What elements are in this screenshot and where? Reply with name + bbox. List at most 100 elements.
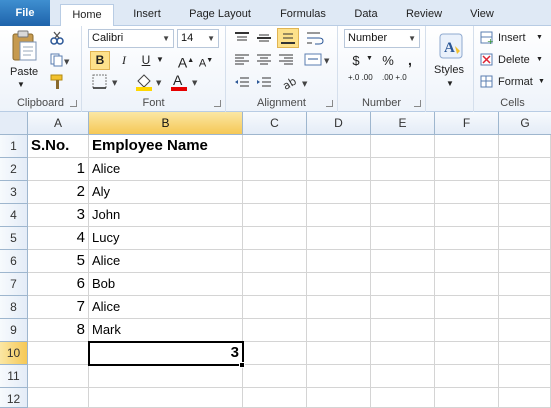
grid-cell[interactable] bbox=[499, 204, 551, 227]
grid-cell[interactable] bbox=[28, 365, 89, 388]
grid-cell[interactable] bbox=[243, 204, 307, 227]
grid-cell[interactable] bbox=[499, 388, 551, 408]
grid-cell[interactable] bbox=[243, 227, 307, 250]
grid-cell[interactable] bbox=[307, 227, 371, 250]
alignment-launcher-icon[interactable] bbox=[326, 100, 333, 107]
grid-cell[interactable] bbox=[307, 388, 371, 408]
column-header-a[interactable]: A bbox=[28, 112, 89, 135]
tab-data[interactable]: Data bbox=[346, 4, 386, 26]
increase-indent-icon[interactable] bbox=[256, 76, 272, 90]
row-header-5[interactable]: 5 bbox=[0, 227, 28, 250]
grid-cell[interactable] bbox=[499, 319, 551, 342]
grid-cell[interactable] bbox=[371, 296, 435, 319]
table-row-b[interactable]: John bbox=[89, 204, 243, 227]
grid-cell[interactable] bbox=[371, 342, 435, 365]
grid-cell[interactable] bbox=[435, 158, 499, 181]
grid-cell[interactable] bbox=[499, 296, 551, 319]
tab-formulas[interactable]: Formulas bbox=[268, 4, 338, 26]
grid-cell[interactable] bbox=[243, 181, 307, 204]
grid-cell[interactable] bbox=[371, 227, 435, 250]
grid-cell[interactable] bbox=[371, 319, 435, 342]
copy-icon[interactable]: ▼ bbox=[50, 53, 70, 67]
styles-icon[interactable]: A bbox=[438, 32, 464, 60]
tab-page-layout[interactable]: Page Layout bbox=[180, 4, 260, 26]
delete-cells-button[interactable]: Delete bbox=[498, 54, 530, 66]
table-row-a[interactable]: 8 bbox=[28, 319, 89, 342]
grid-cell[interactable] bbox=[243, 296, 307, 319]
align-top-icon[interactable] bbox=[234, 31, 250, 45]
grid-cell[interactable] bbox=[435, 227, 499, 250]
table-row-b[interactable]: Alice bbox=[89, 250, 243, 273]
orientation-icon[interactable]: ab ▼ bbox=[282, 74, 312, 90]
grid-cell[interactable] bbox=[435, 273, 499, 296]
styles-button[interactable]: Styles bbox=[434, 64, 464, 76]
table-row-a[interactable]: 6 bbox=[28, 273, 89, 296]
grid-cell[interactable] bbox=[307, 181, 371, 204]
grid-cell[interactable] bbox=[243, 135, 307, 158]
tab-home[interactable]: Home bbox=[60, 4, 114, 27]
font-launcher-icon[interactable] bbox=[214, 100, 221, 107]
tab-insert[interactable]: Insert bbox=[122, 4, 172, 26]
comma-button[interactable]: , bbox=[400, 51, 420, 70]
grid-cell[interactable] bbox=[307, 296, 371, 319]
cut-icon[interactable] bbox=[50, 31, 64, 45]
tab-view[interactable]: View bbox=[460, 4, 504, 26]
row-header-7[interactable]: 7 bbox=[0, 273, 28, 296]
styles-dropdown-icon[interactable]: ▼ bbox=[446, 79, 454, 88]
grid-cell[interactable] bbox=[371, 158, 435, 181]
grid-cell[interactable] bbox=[371, 181, 435, 204]
grid-cell[interactable] bbox=[499, 342, 551, 365]
grid-cell[interactable] bbox=[499, 273, 551, 296]
percent-button[interactable]: % bbox=[378, 51, 398, 70]
table-row-a[interactable]: 3 bbox=[28, 204, 89, 227]
grid-cell[interactable] bbox=[435, 319, 499, 342]
table-row-b[interactable]: Alice bbox=[89, 158, 243, 181]
grid-cell[interactable] bbox=[28, 342, 89, 365]
table-row-a[interactable]: 4 bbox=[28, 227, 89, 250]
grid-cell[interactable] bbox=[435, 296, 499, 319]
decrease-indent-icon[interactable] bbox=[234, 76, 250, 90]
row-header-10[interactable]: 10 bbox=[0, 342, 28, 365]
font-size-select[interactable]: 14 ▼ bbox=[177, 29, 219, 48]
grid-cell[interactable] bbox=[499, 227, 551, 250]
insert-cells-icon[interactable]: + bbox=[480, 31, 494, 45]
column-header-f[interactable]: F bbox=[435, 112, 499, 135]
grid-cell[interactable] bbox=[435, 388, 499, 408]
font-color-icon[interactable]: A ▼ bbox=[170, 72, 202, 92]
format-painter-icon[interactable] bbox=[50, 74, 66, 90]
worksheet-grid[interactable]: A B C D E F G 1 2 3 4 5 6 7 8 9 10 11 12… bbox=[0, 112, 551, 408]
paste-button[interactable]: Paste bbox=[10, 66, 38, 78]
align-center-icon[interactable] bbox=[256, 53, 272, 67]
grid-cell[interactable] bbox=[307, 250, 371, 273]
active-cell-b10[interactable]: 3 bbox=[88, 341, 244, 366]
currency-dropdown-icon[interactable]: ▼ bbox=[366, 55, 373, 62]
tab-review[interactable]: Review bbox=[398, 4, 450, 26]
underline-button[interactable]: U bbox=[136, 51, 156, 70]
format-cells-button[interactable]: Format bbox=[498, 76, 533, 88]
grid-cell[interactable] bbox=[243, 365, 307, 388]
insert-cells-button[interactable]: Insert bbox=[498, 32, 526, 44]
delete-cells-icon[interactable] bbox=[480, 53, 494, 67]
cell-b1[interactable]: Employee Name bbox=[89, 135, 243, 158]
grid-cell[interactable] bbox=[499, 158, 551, 181]
paste-dropdown-icon[interactable]: ▼ bbox=[17, 80, 25, 89]
grid-cell[interactable] bbox=[371, 365, 435, 388]
table-row-a[interactable]: 5 bbox=[28, 250, 89, 273]
table-row-a[interactable]: 2 bbox=[28, 181, 89, 204]
clipboard-launcher-icon[interactable] bbox=[70, 100, 77, 107]
row-header-2[interactable]: 2 bbox=[0, 158, 28, 181]
grid-cell[interactable] bbox=[371, 250, 435, 273]
wrap-text-icon[interactable] bbox=[306, 30, 326, 46]
grid-cell[interactable] bbox=[499, 250, 551, 273]
table-row-a[interactable]: 7 bbox=[28, 296, 89, 319]
grid-cell[interactable] bbox=[243, 342, 307, 365]
column-header-c[interactable]: C bbox=[243, 112, 307, 135]
fill-color-icon[interactable]: ▼ bbox=[134, 72, 166, 92]
grid-cell[interactable] bbox=[435, 250, 499, 273]
column-header-b[interactable]: B bbox=[89, 112, 243, 135]
row-header-12[interactable]: 12 bbox=[0, 388, 28, 408]
format-cells-icon[interactable] bbox=[480, 75, 494, 89]
merge-center-icon[interactable]: ▼ bbox=[304, 52, 332, 68]
column-header-e[interactable]: E bbox=[371, 112, 435, 135]
insert-dropdown-icon[interactable]: ▼ bbox=[536, 34, 543, 41]
